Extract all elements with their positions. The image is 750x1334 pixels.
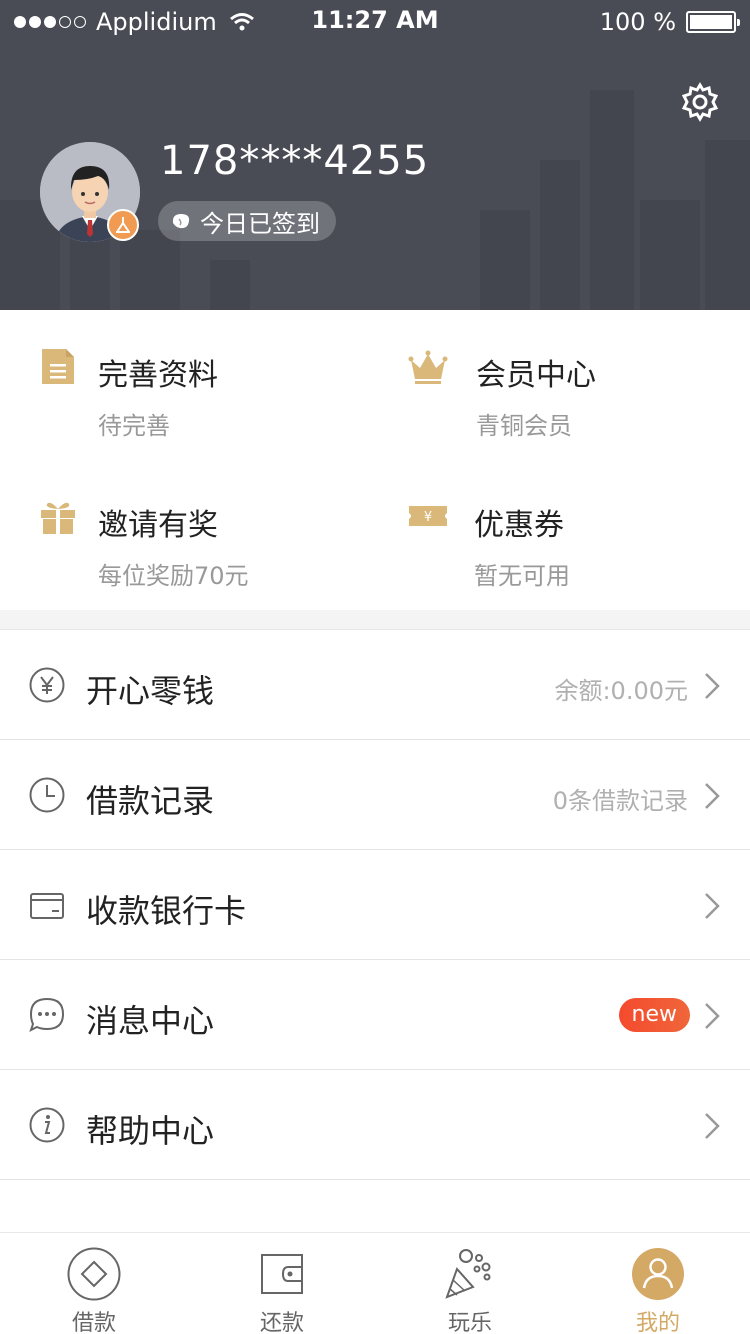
chevron-right-icon: [705, 673, 720, 699]
list-item-label: 消息中心: [86, 1002, 215, 1040]
list-item-help[interactable]: 帮助中心: [0, 1070, 750, 1180]
tab-label: 我的: [635, 1311, 680, 1334]
grid-item-subtitle: 每位奖励70元: [98, 562, 249, 590]
user-icon: [632, 1248, 684, 1300]
chevron-right-icon: [705, 1003, 720, 1029]
bean-icon: [172, 214, 190, 229]
card-icon: [30, 893, 64, 919]
checkin-status-badge[interactable]: 今日已签到: [158, 201, 336, 241]
loan-count-text: 0条借款记录: [552, 787, 688, 815]
chevron-right-icon: [705, 783, 720, 809]
wallet-icon: [261, 1254, 303, 1294]
tab-mine[interactable]: 我的: [564, 1233, 750, 1334]
diamond-icon: [67, 1247, 121, 1301]
status-bar: Applidium 11:27 AM 100 %: [0, 0, 750, 44]
settings-gear-icon[interactable]: [680, 82, 720, 122]
grid-item-membership[interactable]: 会员中心 青铜会员: [370, 310, 740, 460]
chevron-right-icon: [705, 1113, 720, 1139]
clock-icon: [29, 777, 65, 813]
grid-item-subtitle: 待完善: [98, 412, 170, 440]
document-icon: [42, 349, 74, 384]
grid-item-coupon[interactable]: ¥ 优惠券 暂无可用: [370, 460, 740, 610]
tab-play[interactable]: 玩乐: [376, 1233, 564, 1334]
grid-item-title: 完善资料: [98, 358, 218, 393]
grid-item-title: 优惠券: [474, 508, 564, 543]
list-item-loan-records[interactable]: 借款记录 0条借款记录: [0, 740, 750, 850]
bottom-tab-bar: 借款 还款 玩乐 我的: [0, 1232, 750, 1334]
tab-repay[interactable]: 还款: [188, 1233, 376, 1334]
grid-item-invite[interactable]: 邀请有奖 每位奖励70元: [0, 460, 370, 610]
party-icon: [445, 1249, 491, 1299]
section-divider: [0, 610, 750, 630]
list-item-label: 借款记录: [86, 782, 215, 820]
balance-text: 余额:0.00元: [554, 677, 688, 705]
verified-badge-icon: [107, 209, 139, 241]
profile-header: Applidium 11:27 AM 100 % 178****4255 今日已…: [0, 0, 750, 310]
grid-item-subtitle: 暂无可用: [474, 562, 570, 590]
tab-label: 还款: [259, 1311, 304, 1334]
gift-icon: [41, 502, 75, 534]
grid-item-title: 会员中心: [476, 358, 596, 393]
battery-icon: [686, 11, 740, 33]
chat-icon: [29, 997, 65, 1032]
feature-grid: 完善资料 待完善 会员中心 青铜会员 邀请有奖 每位奖励70元 ¥ 优惠券 暂无…: [0, 310, 750, 610]
chevron-right-icon: [705, 893, 720, 919]
coupon-icon: ¥: [409, 506, 447, 526]
tab-label: 玩乐: [447, 1311, 492, 1334]
svg-text:¥: ¥: [424, 510, 432, 525]
list-item-messages[interactable]: 消息中心 new: [0, 960, 750, 1070]
list-item-label: 帮助中心: [86, 1112, 215, 1150]
tab-label: 借款: [71, 1311, 116, 1334]
phone-number: 178****4255: [160, 138, 430, 184]
list-item-bank-card[interactable]: 收款银行卡: [0, 850, 750, 960]
grid-item-subtitle: 青铜会员: [476, 412, 572, 440]
battery-percentage: 100 %: [599, 8, 676, 36]
crown-icon: [408, 350, 448, 384]
grid-item-title: 邀请有奖: [98, 508, 218, 543]
grid-item-profile[interactable]: 完善资料 待完善: [0, 310, 370, 460]
info-icon: [29, 1107, 65, 1143]
list-item-label: 收款银行卡: [86, 892, 247, 930]
list-item-label: 开心零钱: [86, 672, 215, 710]
list-item-wallet[interactable]: 开心零钱 余额:0.00元: [0, 630, 750, 740]
new-badge: new: [618, 998, 690, 1032]
menu-list: 开心零钱 余额:0.00元 借款记录 0条借款记录 收款银行卡 消息中心 new…: [0, 630, 750, 1180]
yen-circle-icon: [29, 667, 65, 703]
checkin-label: 今日已签到: [200, 209, 320, 238]
tab-borrow[interactable]: 借款: [0, 1233, 188, 1334]
